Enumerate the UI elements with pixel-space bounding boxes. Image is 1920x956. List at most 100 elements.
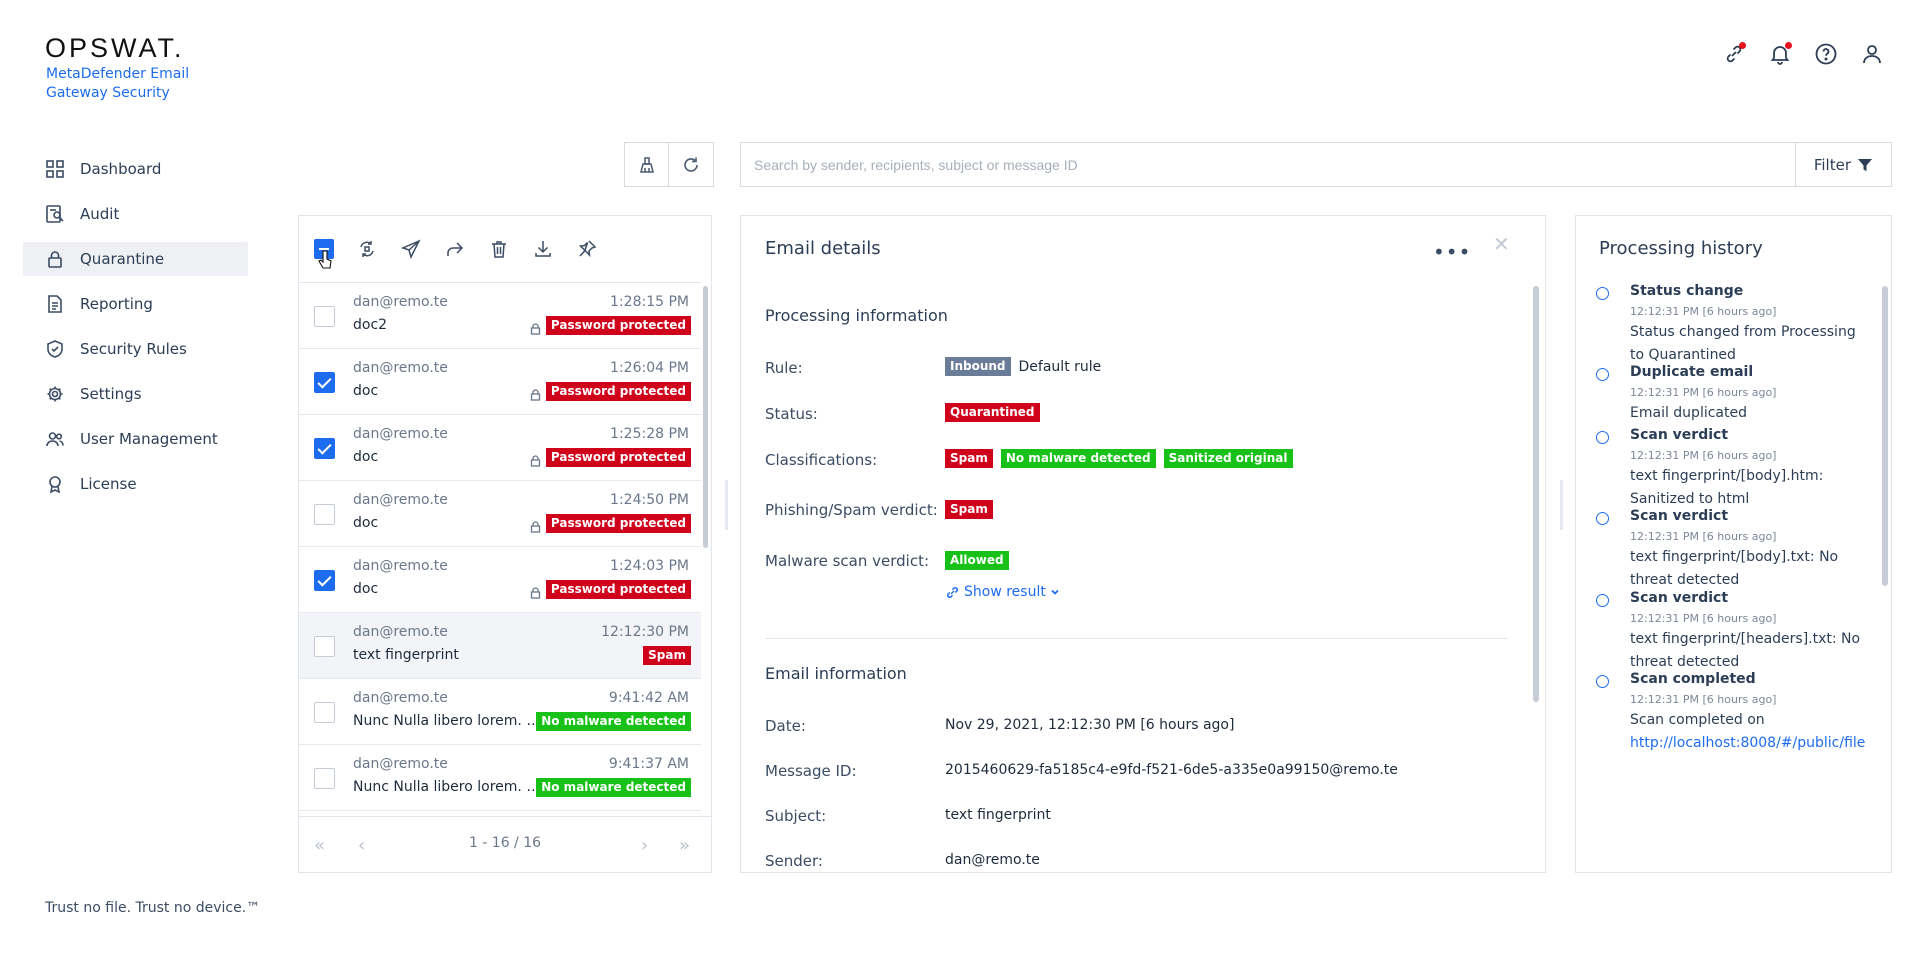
row-badges: No malware detected [536,712,691,731]
history-scrollbar[interactable] [1882,286,1888,586]
row-checkbox[interactable] [314,570,335,591]
sender-value: dan@remo.te [945,852,1040,868]
sidebar-item-security-rules[interactable]: Security Rules [23,332,248,366]
row-time: 1:25:28 PM [610,426,689,442]
row-sender: dan@remo.te [353,558,448,574]
lock-icon [530,386,541,401]
row-status-badge: No malware detected [536,778,691,797]
row-badges: Password protected [530,316,691,335]
lock-icon [530,452,541,467]
sidebar-item-dashboard[interactable]: Dashboard [23,152,248,186]
table-row[interactable]: dan@remo.te 1:24:03 PM doc Password protect… [299,547,701,613]
row-badges: No malware detected [536,778,691,797]
sidebar-item-audit[interactable]: Audit [23,197,248,231]
history-item-time: 12:12:31 PM [6 hours ago] [1630,612,1777,625]
search-bar: Filter [740,142,1892,187]
sidebar-item-license[interactable]: License [23,467,248,501]
show-result-label: Show result [964,584,1046,600]
history-item-text: text fingerprint/[body].txt: No threat d… [1630,549,1839,588]
reprocess-icon[interactable] [356,238,378,260]
history-item-desc: Status changed from Processing to Quaran… [1630,321,1862,367]
sidebar-item-settings[interactable]: Settings [23,377,248,411]
notification-dot [1785,42,1792,49]
table-row[interactable]: dan@remo.te 1:25:28 PM doc Password protect… [299,415,701,481]
tagline: Trust no file. Trust no device.™ [45,900,261,916]
last-page-icon[interactable]: » [679,835,690,856]
row-checkbox[interactable] [314,372,335,393]
status-value: Quarantined [945,403,1040,422]
bell-icon[interactable] [1768,42,1792,66]
sidebar-item-user-management[interactable]: User Management [23,422,248,456]
history-item-desc: text fingerprint/[body].htm: Sanitized t… [1630,465,1862,511]
sidebar-item-label: Dashboard [80,160,162,178]
page-range: 1 - 16 / 16 [468,835,542,851]
audit-icon [46,205,64,223]
row-time: 1:24:03 PM [610,558,689,574]
list-actions [624,142,714,187]
details-scrollbar[interactable] [1533,286,1539,702]
row-checkbox[interactable] [314,306,335,327]
close-icon[interactable]: ✕ [1493,232,1510,256]
allowed-badge: Allowed [945,551,1009,570]
history-item-text: text fingerprint/[headers].txt: No threa… [1630,631,1861,670]
table-row[interactable]: dan@remo.te 9:41:42 AM Nunc Nulla libero l… [299,679,701,745]
award-icon [46,475,64,493]
email-list-panel: dan@remo.te 1:28:15 PM doc2 Password protec… [298,215,712,873]
malware-label: Malware scan verdict: [765,552,930,570]
search-input[interactable] [741,143,1795,186]
sidebar-item-quarantine[interactable]: Quarantine [23,242,248,276]
download-icon[interactable] [532,238,554,260]
table-row[interactable]: dan@remo.te 1:24:50 PM doc Password protect… [299,481,701,547]
filter-button[interactable]: Filter [1794,143,1891,186]
row-checkbox[interactable] [314,636,335,657]
row-subject: doc2 [353,317,388,333]
details-title: Email details [765,238,881,259]
clear-filter-button[interactable] [624,142,669,187]
user-icon[interactable] [1860,42,1884,66]
chevron-down-icon [1050,587,1060,597]
row-status-badge: No malware detected [536,712,691,731]
table-row[interactable]: dan@remo.te 1:26:04 PM doc Password protect… [299,349,701,415]
users-icon [46,430,64,448]
table-row[interactable]: dan@remo.te 9:41:37 AM Nunc Nulla libero l… [299,745,701,811]
row-checkbox[interactable] [314,504,335,525]
next-page-icon[interactable]: › [641,835,648,856]
resize-handle[interactable] [725,480,728,530]
spam-badge: Spam [945,449,993,468]
refresh-icon [682,156,700,174]
link-icon[interactable] [1722,42,1746,66]
forward-icon[interactable] [444,238,466,260]
pin-icon[interactable] [576,238,598,260]
sidebar-item-reporting[interactable]: Reporting [23,287,248,321]
row-checkbox[interactable] [314,768,335,789]
help-icon[interactable] [1814,42,1838,66]
rule-value: Inbound Default rule [945,357,1101,376]
table-row[interactable]: dan@remo.te 1:28:15 PM doc2 Password protec… [299,283,701,349]
trash-icon[interactable] [488,238,510,260]
report-icon [46,295,64,313]
status-badge: Quarantined [945,403,1040,422]
show-result-link[interactable]: Show result [945,584,1060,600]
history-item-link[interactable]: http://localhost:8008/#/public/file [1630,735,1865,751]
send-icon[interactable] [400,238,422,260]
opswat-logo: OPSWAT. [45,33,185,63]
history-item-title: Duplicate email [1630,364,1754,380]
row-checkbox[interactable] [314,438,335,459]
product-name: MetaDefender Email Gateway Security [46,66,190,101]
row-subject: Nunc Nulla libero lorem. n... [353,779,543,795]
sidebar-item-label: License [80,475,137,493]
lock-icon [530,320,541,335]
row-badges: Spam [643,646,691,665]
table-row[interactable]: dan@remo.te 12:12:30 PM text fingerprint Sp… [299,613,701,679]
row-status-badge: Password protected [545,580,691,599]
sanitized-badge: Sanitized original [1163,449,1293,468]
row-badges: Password protected [530,448,691,467]
more-options-icon[interactable]: ••• [1433,240,1471,264]
history-item-time: 12:12:31 PM [6 hours ago] [1630,305,1777,318]
row-checkbox[interactable] [314,702,335,723]
dashboard-icon [46,160,64,178]
refresh-button[interactable] [669,142,714,187]
history-item-title: Scan verdict [1630,427,1729,443]
list-scrollbar[interactable] [703,286,708,548]
resize-handle[interactable] [1560,480,1563,530]
